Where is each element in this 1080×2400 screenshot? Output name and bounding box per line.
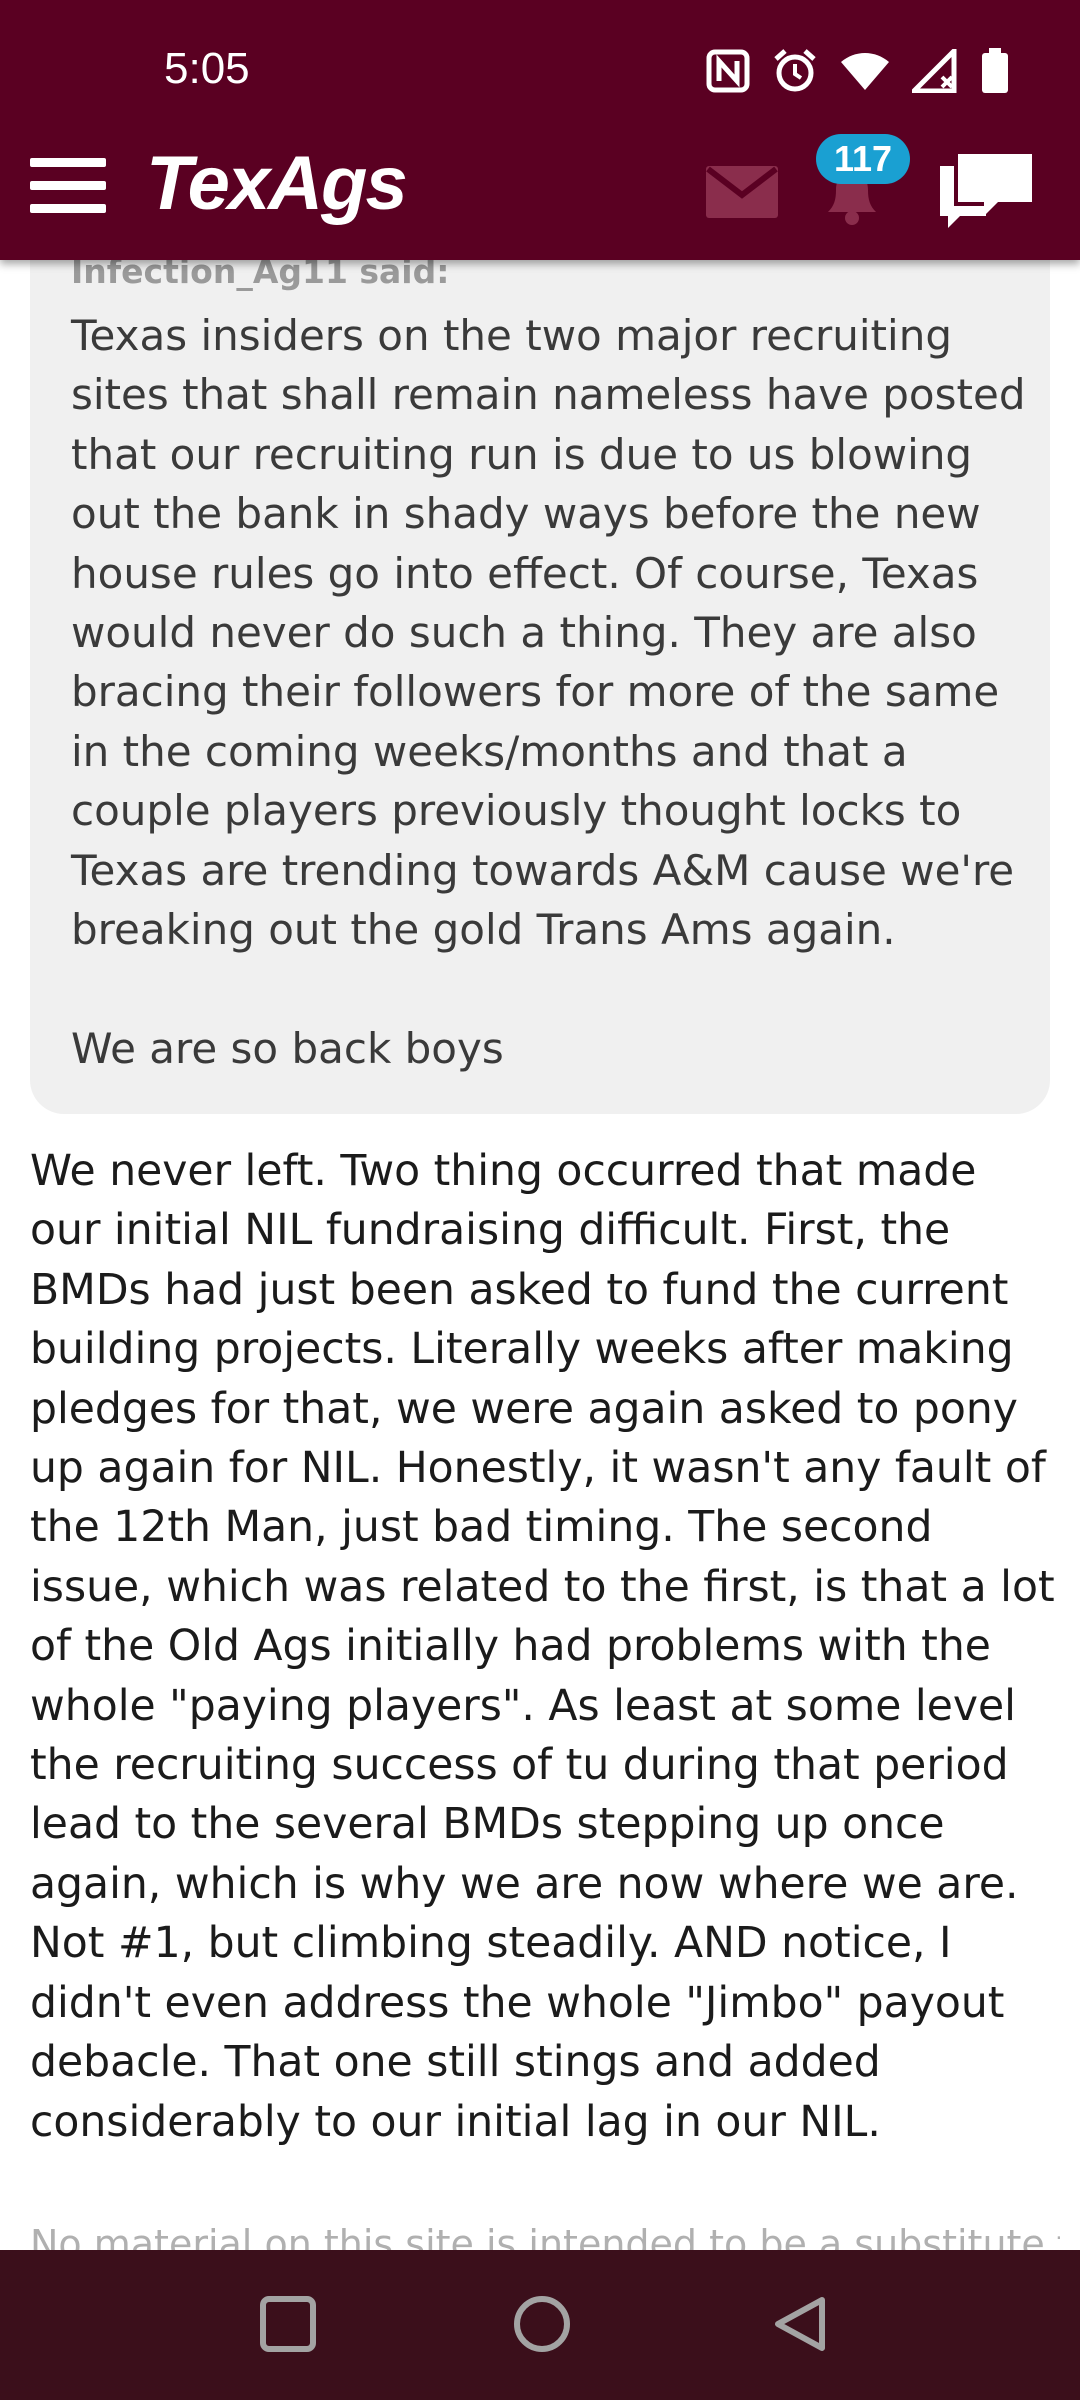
alarm-icon — [772, 48, 818, 98]
battery-icon — [980, 48, 1010, 98]
recents-icon — [260, 2296, 316, 2352]
quote-block: Infection_Ag11 said: Texas insiders on t… — [30, 230, 1050, 1114]
wifi-icon — [840, 50, 890, 96]
post-text: We never left. Two thing occurred that m… — [30, 1147, 1055, 2147]
app-header: 5:05 TexAgs 117 — [0, 0, 1080, 260]
recents-button[interactable] — [258, 2294, 318, 2358]
back-icon — [775, 2297, 825, 2351]
home-button[interactable] — [512, 2294, 572, 2358]
menu-icon-bar — [30, 181, 106, 190]
notification-badge[interactable]: 117 — [816, 134, 910, 184]
status-time: 5:05 — [164, 44, 250, 93]
home-icon — [514, 2296, 570, 2352]
menu-icon-bar — [30, 204, 106, 213]
messages-button[interactable] — [936, 148, 1036, 236]
mail-icon — [706, 166, 778, 218]
back-button[interactable] — [770, 2294, 830, 2358]
mail-button[interactable] — [706, 166, 778, 222]
nfc-icon — [706, 49, 750, 97]
chat-icon — [940, 154, 1032, 228]
quote-text: Texas insiders on the two major recruiti… — [71, 311, 1026, 1073]
texags-logo[interactable]: TexAgs — [146, 146, 408, 222]
signal-icon — [907, 44, 958, 97]
menu-button[interactable] — [30, 158, 106, 214]
status-icons — [706, 44, 1010, 98]
system-nav-bar — [0, 2250, 1080, 2400]
menu-icon-bar — [30, 158, 106, 167]
